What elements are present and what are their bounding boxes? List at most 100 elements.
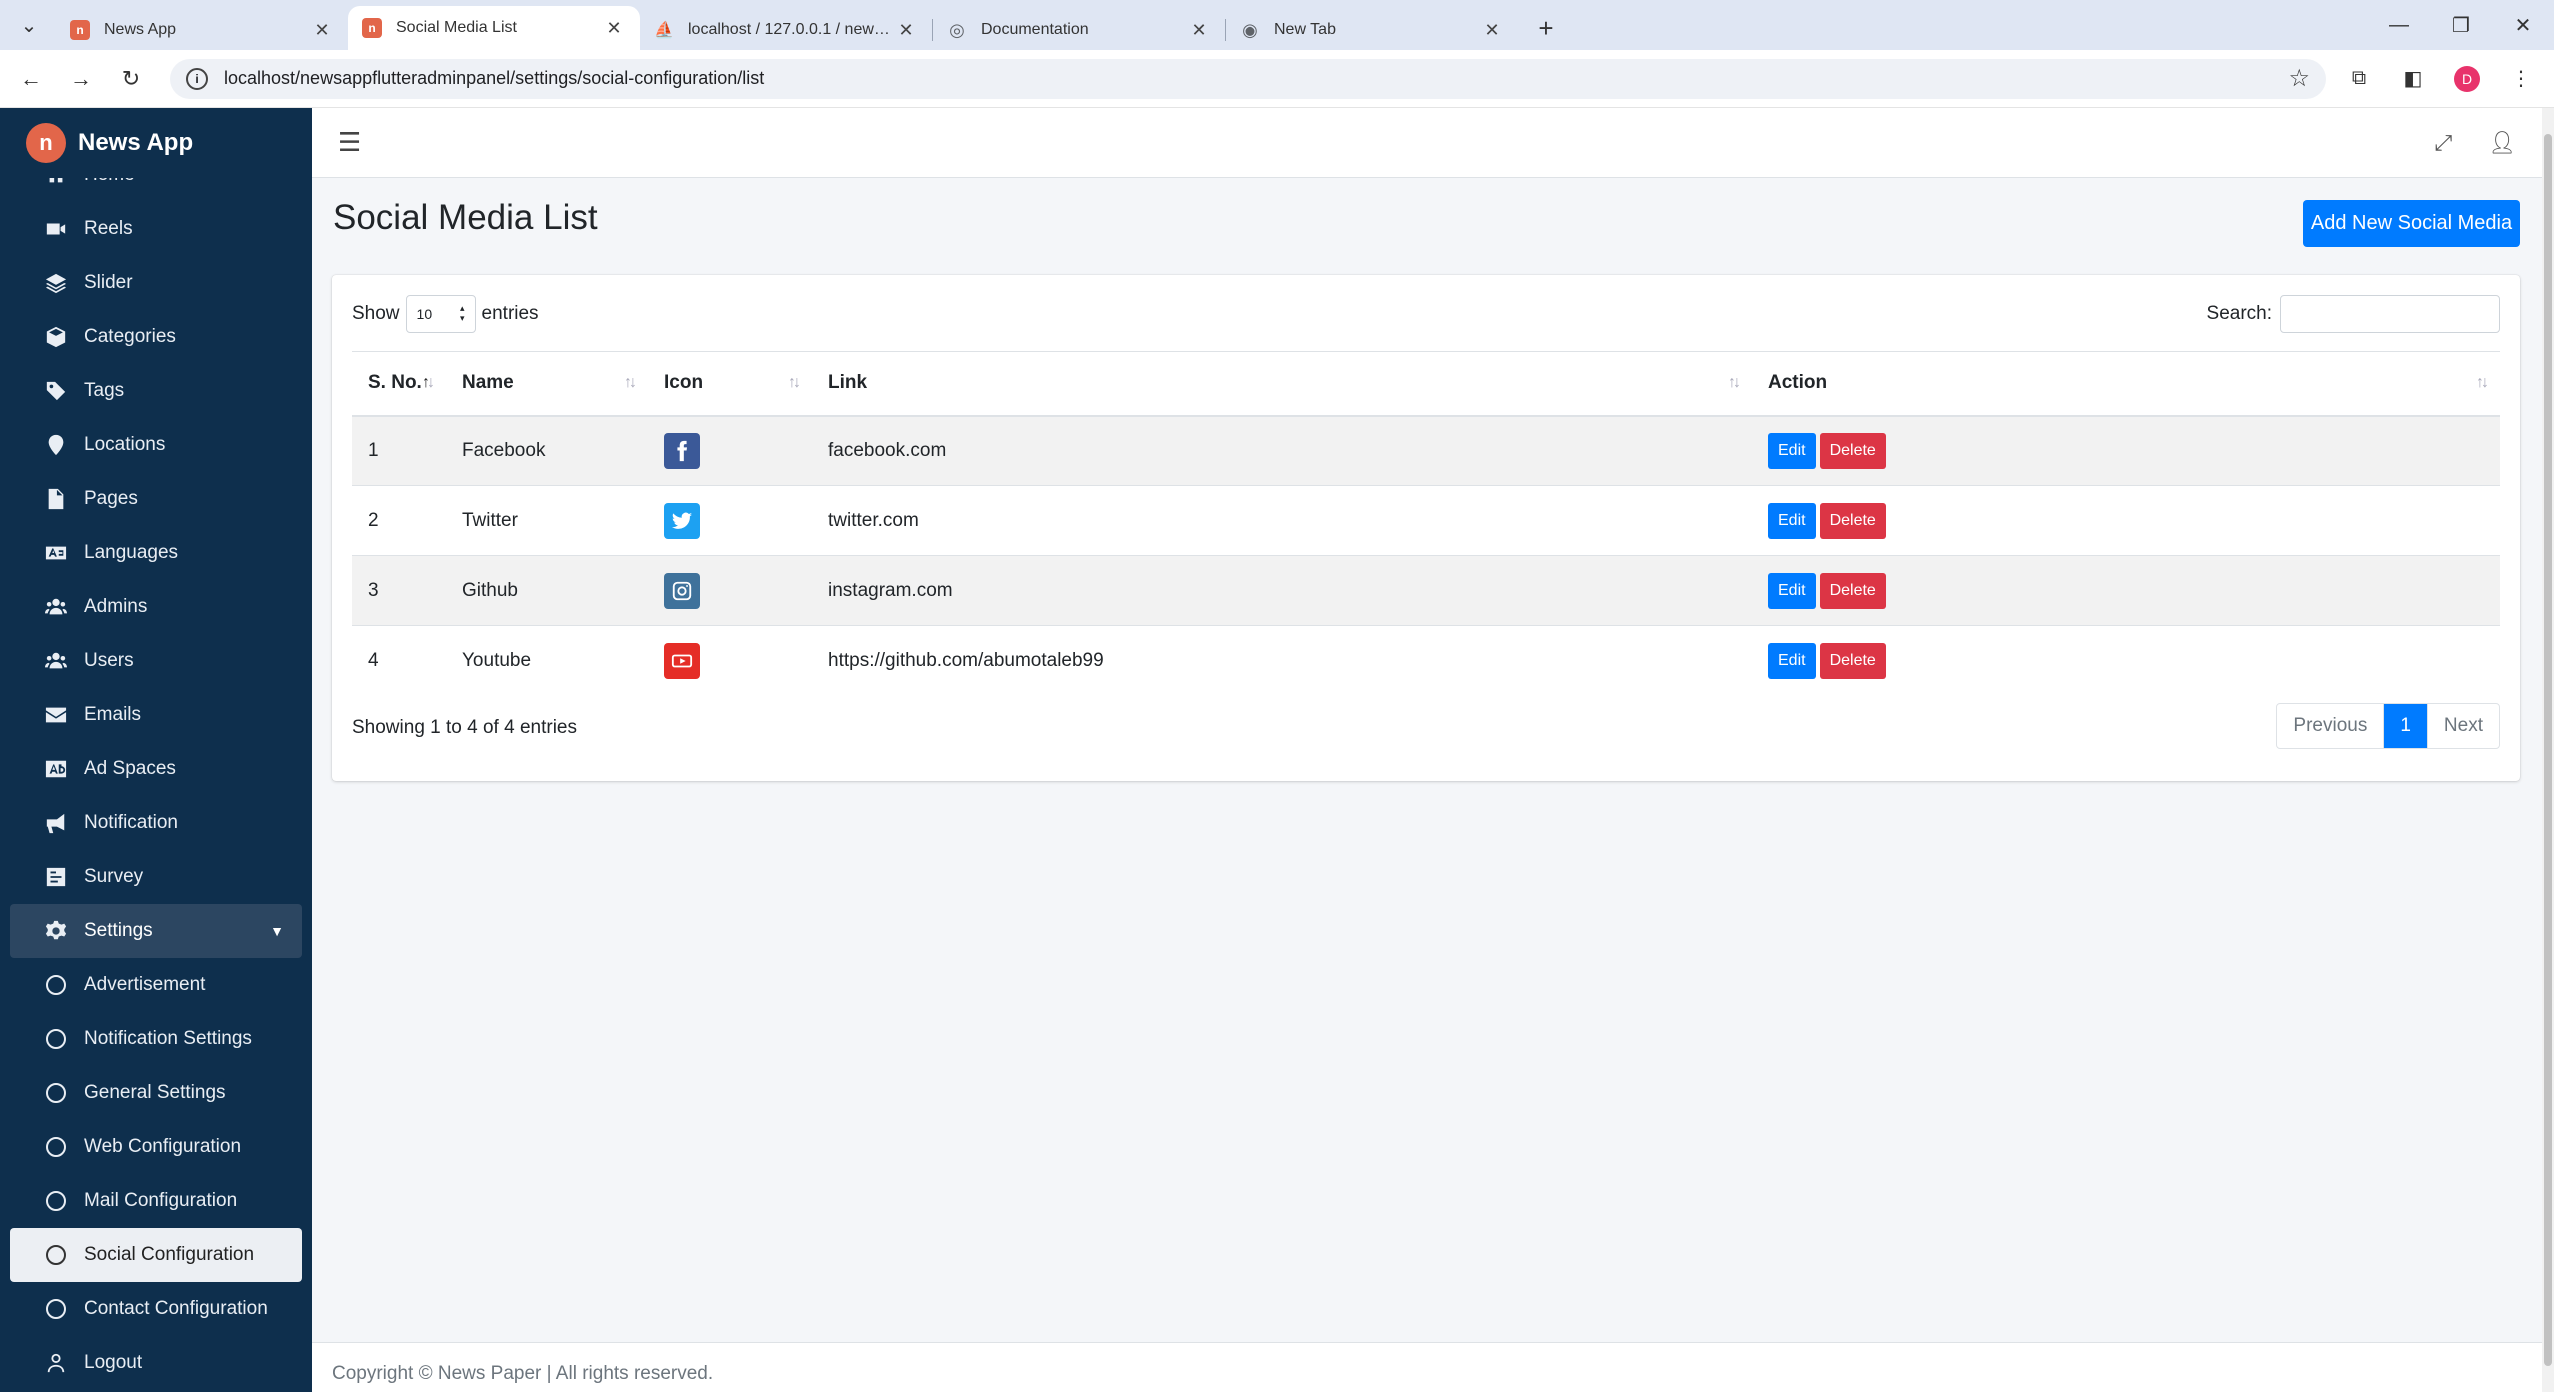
close-window-icon[interactable]: ✕ [2492, 0, 2554, 50]
column-header-action[interactable]: Action ↑↓ [1752, 351, 2500, 417]
restore-icon[interactable]: ❐ [2430, 0, 2492, 50]
cell-link: facebook.com [812, 415, 1752, 486]
page-title: Social Media List [333, 198, 598, 237]
browser-tab-documentation[interactable]: ◎ Documentation ✕ [933, 10, 1225, 50]
column-header-label: S. No. [368, 372, 422, 394]
previous-page-button[interactable]: Previous [2277, 704, 2383, 748]
extensions-icon[interactable]: ⧉ [2338, 58, 2380, 100]
sidebar-item-label: Logout [84, 1352, 143, 1373]
tab-label: Documentation [981, 21, 1089, 38]
sidebar-item-users[interactable]: Users [10, 634, 302, 688]
back-arrow-icon[interactable]: ← [12, 60, 50, 98]
sidebar-subitem-social-configuration[interactable]: Social Configuration [10, 1228, 302, 1282]
site-info-icon[interactable]: i [186, 67, 208, 90]
sidebar-item-pages[interactable]: Pages [10, 472, 302, 526]
sidebar-subitem-notification-settings[interactable]: Notification Settings [10, 1012, 302, 1066]
tab-search-button[interactable]: ⌄ [14, 10, 44, 40]
delete-button[interactable]: Delete [1819, 572, 1886, 609]
news-app-favicon-icon: n [70, 20, 90, 40]
page-1-button[interactable]: 1 [2383, 704, 2427, 748]
sort-icon: ↑↓ [788, 374, 801, 391]
user-profile-icon[interactable]: 👤︎ [2488, 130, 2516, 156]
edit-button[interactable]: Edit [1768, 502, 1816, 539]
page-length-select[interactable]: 10 [405, 295, 476, 333]
close-tab-icon[interactable]: ✕ [894, 18, 918, 42]
circle-icon [42, 1079, 70, 1107]
page-length-control: Show 10 entries [352, 295, 539, 333]
user-icon [42, 1349, 70, 1377]
browser-menu-icon[interactable]: ⋮ [2500, 58, 2542, 100]
column-header-link[interactable]: Link ↑↓ [812, 351, 1752, 417]
cell-sno: 3 [352, 555, 446, 626]
column-header-label: Link [828, 372, 868, 394]
social-media-table: S. No. ↑↓ Name ↑↓ Icon ↑↓ Link ↑↓ Action ↑↓ 1… [352, 351, 2500, 696]
sidebar-item-admins[interactable]: Admins [10, 580, 302, 634]
close-tab-icon[interactable]: ✕ [1187, 18, 1211, 42]
close-tab-icon[interactable]: ✕ [310, 18, 334, 42]
next-page-button[interactable]: Next [2426, 704, 2499, 748]
forward-arrow-icon[interactable]: → [62, 60, 100, 98]
page-scrollbar[interactable] [2542, 108, 2554, 1392]
sidebar-subitem-advertisement[interactable]: Advertisement [10, 958, 302, 1012]
table-header-row: S. No. ↑↓ Name ↑↓ Icon ↑↓ Link ↑↓ Action ↑↓ [352, 351, 2500, 417]
sidebar-item-label: Slider [84, 272, 133, 293]
edit-button[interactable]: Edit [1768, 642, 1816, 679]
sidebar-item-notification[interactable]: Notification [10, 796, 302, 850]
sidebar-subitem-mail-configuration[interactable]: Mail Configuration [10, 1174, 302, 1228]
sidebar-item-logout[interactable]: Logout [10, 1336, 302, 1390]
sidebar-item-label: Notification Settings [84, 1028, 252, 1049]
address-toolbar: ← → ↻ i localhost/newsappflutteradminpan… [0, 50, 2554, 108]
sidebar-item-settings[interactable]: Settings ▼ [10, 904, 302, 958]
edit-button[interactable]: Edit [1768, 432, 1816, 469]
tab-label: New Tab [1274, 21, 1336, 38]
url-bar[interactable]: i localhost/newsappflutteradminpanel/set… [170, 58, 2326, 99]
sidebar-item-label: Tags [84, 380, 125, 401]
browser-tab-news-app[interactable]: n News App ✕ [56, 10, 348, 50]
side-panel-icon[interactable]: ◧ [2392, 58, 2434, 100]
fullscreen-icon[interactable]: ⤢ [2434, 130, 2452, 156]
hamburger-menu-icon[interactable]: ☰ [338, 127, 361, 158]
bookmark-star-icon[interactable]: ☆ [2288, 64, 2310, 93]
close-tab-icon[interactable]: ✕ [1480, 18, 1504, 42]
sidebar-item-reels[interactable]: Reels [10, 202, 302, 256]
brand-link[interactable]: n News App [0, 108, 312, 178]
circle-icon [42, 1187, 70, 1215]
sidebar-subitem-web-configuration[interactable]: Web Configuration [10, 1120, 302, 1174]
browser-tab-social-media-list[interactable]: n Social Media List ✕ [348, 6, 640, 50]
sidebar-item-tags[interactable]: Tags [10, 364, 302, 418]
table-info: Showing 1 to 4 of 4 entries [352, 717, 577, 738]
edit-button[interactable]: Edit [1768, 572, 1816, 609]
add-new-social-media-button[interactable]: Add New Social Media [2303, 200, 2520, 247]
scrollbar-thumb[interactable] [2544, 134, 2552, 1366]
delete-button[interactable]: Delete [1819, 432, 1886, 469]
new-tab-button[interactable]: + [1528, 10, 1564, 46]
column-header-sno[interactable]: S. No. ↑↓ [352, 351, 446, 417]
sidebar-item-languages[interactable]: Languages [10, 526, 302, 580]
avatar: D [2454, 65, 2480, 92]
reload-icon[interactable]: ↻ [112, 60, 150, 98]
sidebar-item-survey[interactable]: Survey [10, 850, 302, 904]
sidebar-item-slider[interactable]: Slider [10, 256, 302, 310]
browser-tab-phpmyadmin[interactable]: ⛵ localhost / 127.0.0.1 / news_app ✕ [640, 10, 932, 50]
layers-icon [42, 269, 70, 297]
brand-name: News App [78, 129, 194, 156]
delete-button[interactable]: Delete [1819, 502, 1886, 539]
sidebar-item-ad-spaces[interactable]: Ad Spaces [10, 742, 302, 796]
sidebar-item-categories[interactable]: Categories [10, 310, 302, 364]
sidebar-item-label: Pages [84, 488, 138, 509]
sidebar-item-emails[interactable]: Emails [10, 688, 302, 742]
url-text[interactable]: localhost/newsappflutteradminpanel/setti… [224, 68, 2288, 89]
minimize-icon[interactable]: — [2368, 0, 2430, 50]
browser-tab-new-tab[interactable]: ◉ New Tab ✕ [1226, 10, 1518, 50]
column-header-icon[interactable]: Icon ↑↓ [648, 351, 812, 417]
column-header-name[interactable]: Name ↑↓ [446, 351, 648, 417]
cell-name: Facebook [446, 415, 648, 486]
sidebar-item-locations[interactable]: Locations [10, 418, 302, 472]
sidebar-subitem-contact-configuration[interactable]: Contact Configuration [10, 1282, 302, 1336]
profile-button[interactable]: D [2446, 58, 2488, 100]
sidebar-subitem-general-settings[interactable]: General Settings [10, 1066, 302, 1120]
delete-button[interactable]: Delete [1819, 642, 1886, 679]
cube-icon [42, 323, 70, 351]
search-input[interactable] [2280, 295, 2500, 333]
close-tab-icon[interactable]: ✕ [602, 16, 626, 40]
